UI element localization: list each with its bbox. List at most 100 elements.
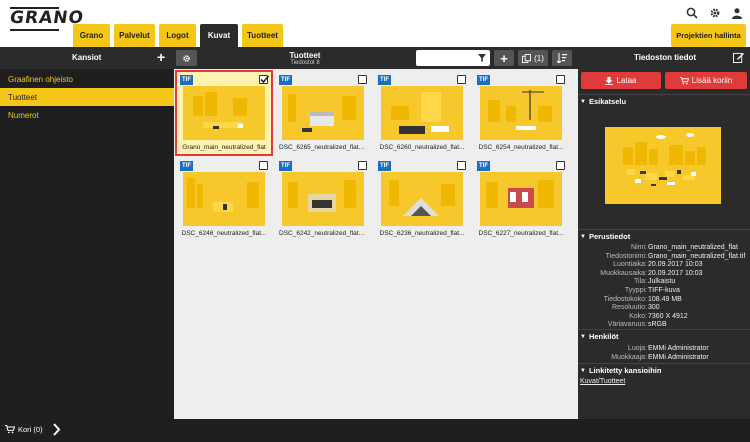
filter-icon[interactable]: [478, 54, 486, 62]
file-name[interactable]: DSC_6260_neutralized_flat...: [378, 144, 466, 151]
gear-icon[interactable]: [708, 6, 722, 20]
preview-section-header[interactable]: ▼ Esikatselu: [578, 94, 750, 108]
tab-tuotteet[interactable]: Tuotteet: [242, 24, 283, 47]
logo-top-line: [10, 7, 59, 9]
property-row: Luoja: EMMi Administrator: [578, 345, 750, 353]
folder-settings-button[interactable]: [176, 50, 197, 66]
file-select-checkbox[interactable]: [259, 75, 269, 84]
property-value: Grano_main_neutralized_flat.tif: [648, 252, 746, 260]
tab-grano[interactable]: Grano: [73, 24, 110, 47]
property-value: 300: [648, 304, 660, 312]
file-type-badge: TIF: [477, 161, 490, 171]
property-key: Tiedostokoko:: [603, 295, 647, 303]
file-select-checkbox[interactable]: [556, 75, 565, 84]
property-value: Grano_main_neutralized_flat: [648, 244, 738, 251]
sort-button[interactable]: [552, 50, 572, 66]
file-name[interactable]: DSC_6265_neutralized_flatL...: [279, 144, 367, 151]
folder-item-graafinen-ohjeisto[interactable]: Graafinen ohjeisto: [0, 70, 174, 88]
file-select-checkbox[interactable]: [259, 161, 268, 170]
file-type-badge: TIF: [180, 161, 193, 171]
thumbnail-illustration: [183, 86, 265, 140]
basic-info-title: Perustiedot: [588, 232, 631, 241]
add-to-cart-button[interactable]: Lisää koriin: [665, 72, 747, 89]
property-value: Julkaistu: [648, 278, 676, 286]
persons-title: Henkilöt: [588, 332, 619, 341]
file-thumbnail[interactable]: [480, 86, 562, 140]
file-type-badge: TIF: [378, 75, 391, 85]
file-thumbnail[interactable]: [282, 86, 364, 140]
file-name[interactable]: DSC_6242_neutralized_flatT...: [279, 230, 367, 237]
selection-button[interactable]: (1): [518, 50, 548, 66]
property-key: Luontiaika:: [613, 261, 647, 269]
current-folder-title: Tuotteet: [289, 51, 321, 60]
file-tile[interactable]: TIF Grano_main_neutralized_flat: [175, 70, 273, 156]
file-tile[interactable]: TIF DSC_6254_neutralized_flat...: [474, 72, 568, 154]
linked-folder-link[interactable]: Kuvat/Tuotteet: [580, 378, 625, 385]
file-thumbnail[interactable]: [183, 86, 265, 140]
project-management-button[interactable]: Projektien hallinta: [671, 24, 746, 47]
folder-item-tuotteet[interactable]: Tuotteet: [0, 88, 174, 106]
property-value: EMMi Administrator: [648, 345, 709, 352]
folders-title: Kansiot: [72, 53, 102, 62]
file-grid: TIF Grano_main_neutralized_flat TIF DSC_626…: [174, 69, 578, 419]
file-select-checkbox[interactable]: [457, 161, 466, 170]
copy-icon: [522, 53, 532, 63]
cart-button[interactable]: Kori (0): [5, 425, 43, 434]
user-icon[interactable]: [730, 6, 744, 20]
download-label: Lataa: [616, 76, 637, 85]
filter-input[interactable]: [416, 50, 490, 66]
add-folder-icon[interactable]: +: [157, 50, 165, 64]
search-icon[interactable]: [685, 6, 699, 20]
add-file-button[interactable]: +: [494, 50, 514, 66]
thumbnail-illustration: [480, 86, 562, 140]
file-details-title: Tiedoston tiedot: [633, 53, 697, 62]
file-tile[interactable]: TIF DSC_6246_neutralized_flat...: [177, 158, 271, 240]
file-name[interactable]: Grano_main_neutralized_flat: [180, 144, 268, 151]
tab-kuvat[interactable]: Kuvat: [200, 24, 238, 47]
gear-icon: [183, 54, 190, 62]
file-name[interactable]: DSC_6236_neutralized_flat...: [378, 230, 466, 237]
file-name[interactable]: DSC_6227_neutralized_flat...: [477, 230, 565, 237]
property-value: 20.09.2017 10:03: [648, 261, 703, 269]
chevron-right-icon[interactable]: [52, 423, 61, 438]
property-value: 7360 X 4912: [648, 312, 688, 320]
property-key: Muokkausaika:: [600, 269, 647, 277]
file-tile[interactable]: TIF DSC_6236_neutralized_flat...: [375, 158, 469, 240]
caret-down-icon: ▼: [580, 367, 586, 374]
edit-icon[interactable]: [733, 52, 744, 65]
thumbnail-illustration: [381, 172, 463, 226]
file-tile[interactable]: TIF DSC_6265_neutralized_flatL...: [276, 72, 370, 154]
top-header: GRANO Grano Palvelut Logot Kuvat Tuottee…: [0, 0, 750, 47]
file-thumbnail[interactable]: [183, 172, 265, 226]
file-name[interactable]: DSC_6254_neutralized_flat...: [477, 144, 565, 151]
file-tile[interactable]: TIF DSC_6260_neutralized_flat...: [375, 72, 469, 154]
cart-icon: [5, 425, 15, 434]
folder-item-numerot[interactable]: Numerot: [0, 106, 174, 124]
linked-folders-section-header[interactable]: ▼ Linkitetty kansioihin: [578, 363, 750, 377]
file-thumbnail[interactable]: [381, 86, 463, 140]
file-tile[interactable]: TIF DSC_6242_neutralized_flatT...: [276, 158, 370, 240]
preview-illustration: [605, 127, 721, 204]
selection-count: (1): [534, 53, 544, 63]
file-thumbnail[interactable]: [282, 172, 364, 226]
tab-palvelut[interactable]: Palvelut: [114, 24, 155, 47]
file-select-checkbox[interactable]: [556, 161, 565, 170]
property-row: Muokkaaja: EMMi Administrator: [578, 354, 750, 362]
file-select-checkbox[interactable]: [358, 75, 367, 84]
file-type-badge: TIF: [279, 161, 292, 171]
file-select-checkbox[interactable]: [457, 75, 466, 84]
preview-image: [605, 127, 721, 204]
file-thumbnail[interactable]: [480, 172, 562, 226]
property-row: Tiedostonimi: Grano_main_neutralized_flat…: [578, 253, 750, 261]
file-thumbnail[interactable]: [381, 172, 463, 226]
property-row: Tila: Julkaistu: [578, 278, 750, 286]
property-key: Koko:: [629, 312, 647, 320]
file-select-checkbox[interactable]: [358, 161, 367, 170]
property-row: Luontiaika: 20.09.2017 10:03: [578, 261, 750, 269]
persons-section-header[interactable]: ▼ Henkilöt: [578, 329, 750, 343]
file-tile[interactable]: TIF DSC_6227_neutralized_flat...: [474, 158, 568, 240]
tab-logot[interactable]: Logot: [159, 24, 196, 47]
basic-info-section-header[interactable]: ▼ Perustiedot: [578, 229, 750, 243]
file-name[interactable]: DSC_6246_neutralized_flat...: [180, 230, 268, 237]
download-button[interactable]: Lataa: [581, 72, 661, 89]
